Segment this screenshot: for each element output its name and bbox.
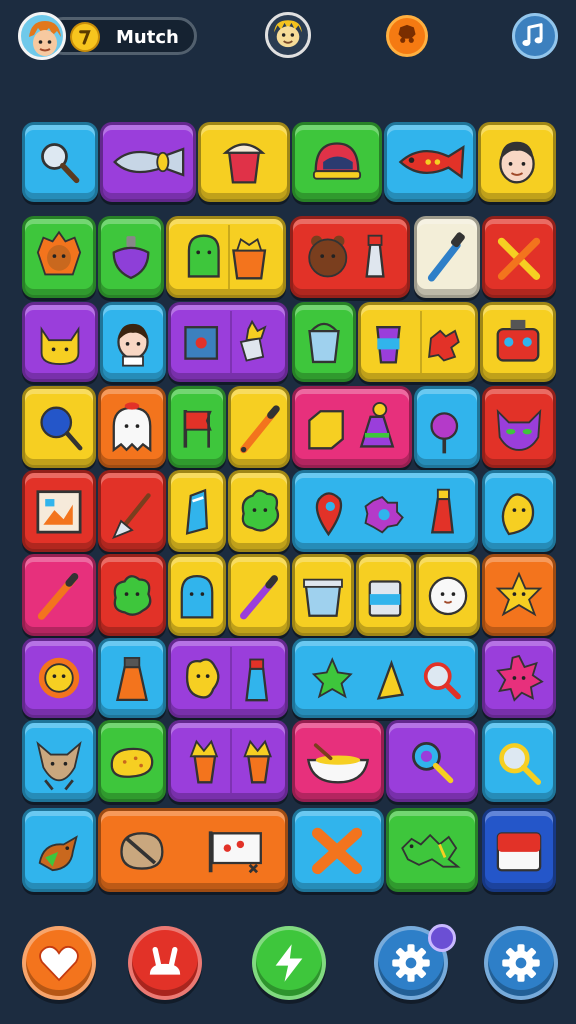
tile-divider [228, 225, 230, 289]
tile-cross-icon-2[interactable] [292, 808, 384, 892]
tile-blob-icon-2[interactable] [98, 554, 166, 636]
tile-ghost-icon-2[interactable] [168, 554, 226, 636]
tile-bottle-icon[interactable] [98, 638, 166, 718]
tile-blob-icon[interactable] [228, 470, 290, 552]
bunny-button[interactable] [128, 926, 202, 1000]
tile-spiky-icon[interactable] [482, 638, 556, 718]
tile-monster-icon[interactable] [482, 386, 556, 468]
bunny-icon [149, 946, 181, 975]
tile-face-icon[interactable] [478, 122, 556, 202]
tile-girl-icon[interactable] [100, 302, 166, 382]
tile-lollipop-icon-2[interactable] [414, 386, 480, 468]
bonus-icon[interactable] [386, 15, 428, 57]
music-icon[interactable] [512, 13, 558, 59]
player-avatar-icon[interactable] [18, 12, 66, 60]
tile-bread-icon[interactable] [98, 720, 166, 802]
tile-star-icon[interactable] [482, 554, 556, 636]
heart-button[interactable] [22, 926, 96, 1000]
tile-bird-icon[interactable] [22, 808, 96, 892]
tile-pair-frame-cone[interactable] [168, 302, 288, 382]
tile-fox-icon[interactable] [22, 720, 96, 802]
tile-pair-cup-puzzle[interactable] [358, 302, 478, 382]
tile-divider [230, 310, 232, 374]
tile-board [20, 120, 558, 895]
tile-dragon-icon[interactable] [386, 808, 478, 892]
settings-button-2[interactable] [484, 926, 558, 1000]
coin-icon [70, 22, 100, 52]
mascot-icon[interactable] [265, 12, 311, 58]
tile-triple-pin-gear-bottle[interactable] [292, 470, 478, 552]
tile-pair-box-flask[interactable] [292, 386, 412, 468]
tile-magnifier-icon[interactable] [22, 122, 98, 202]
tile-candy-icon[interactable] [100, 122, 196, 202]
tile-ghost-icon-3[interactable] [416, 554, 480, 636]
lightning-button[interactable] [252, 926, 326, 1000]
tile-pencil-icon[interactable] [228, 386, 290, 468]
tile-divider [420, 310, 422, 374]
tile-pair-sack-flag[interactable] [98, 808, 288, 892]
tile-picture-icon[interactable] [22, 470, 96, 552]
tile-pencil-icon-2[interactable] [22, 554, 96, 636]
tile-triple-star-cone-magnifier[interactable] [292, 638, 478, 718]
tile-arrow-icon[interactable] [98, 470, 166, 552]
tile-cake-icon[interactable] [198, 122, 290, 202]
tile-fish-icon[interactable] [384, 122, 476, 202]
tile-top-icon[interactable] [98, 216, 164, 298]
notification-badge [428, 924, 456, 952]
tile-pair-crown-crown[interactable] [168, 720, 288, 802]
tile-sun-icon[interactable] [22, 638, 96, 718]
tile-ghost-icon[interactable] [98, 386, 166, 468]
tile-cross-icon[interactable] [482, 216, 556, 298]
heart-icon [39, 945, 79, 982]
top-bar: Mutch [0, 0, 576, 80]
tile-bowl-icon[interactable] [292, 720, 384, 802]
tile-bean-icon[interactable] [482, 470, 556, 552]
tile-bucket-icon[interactable] [292, 302, 356, 382]
tile-block-icon[interactable] [482, 808, 556, 892]
tile-pair-gummy-bottle[interactable] [168, 638, 288, 718]
tile-magnifier-icon-3[interactable] [482, 720, 556, 802]
tile-cat-icon[interactable] [22, 302, 98, 382]
tile-pair-bear-bottle[interactable] [290, 216, 410, 298]
tile-pencil-icon-3[interactable] [228, 554, 290, 636]
tile-lion-icon[interactable] [22, 216, 96, 298]
tile-helmet-icon[interactable] [292, 122, 382, 202]
tile-divider [230, 729, 232, 793]
lightning-icon [275, 944, 303, 982]
tile-lollipop-icon[interactable] [22, 386, 96, 468]
tile-pair-jelly-pot[interactable] [166, 216, 286, 298]
tile-robot-icon[interactable] [480, 302, 556, 382]
tile-jar-icon[interactable] [356, 554, 414, 636]
gear-icon [502, 944, 540, 982]
tile-magnifier-icon-2[interactable] [386, 720, 478, 802]
tile-divider [230, 646, 232, 710]
game-title: Mutch [116, 27, 179, 48]
tile-dropper-icon[interactable] [414, 216, 480, 298]
tile-flag-icon[interactable] [168, 386, 226, 468]
tile-tube-icon[interactable] [168, 470, 226, 552]
tile-bucket-icon-2[interactable] [292, 554, 354, 636]
